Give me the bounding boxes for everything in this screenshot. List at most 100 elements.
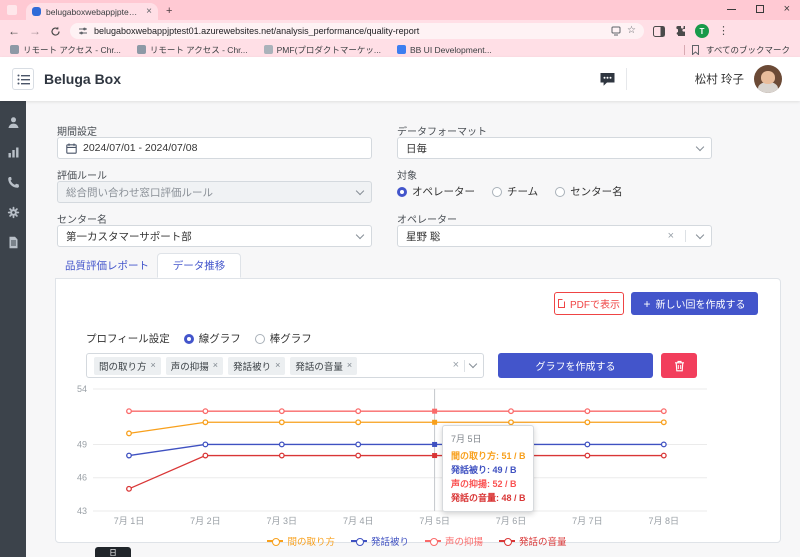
- extensions-icon[interactable]: [674, 25, 686, 37]
- chart-point[interactable]: [509, 409, 514, 414]
- chart-point[interactable]: [585, 420, 590, 425]
- radio-bar-graph[interactable]: [255, 334, 265, 344]
- tab-close-icon[interactable]: ×: [146, 7, 152, 17]
- new-tab-button[interactable]: +: [166, 6, 172, 17]
- remove-chip-icon[interactable]: ×: [275, 361, 280, 370]
- sidebar-phone-icon[interactable]: [7, 176, 20, 189]
- address-action-icon[interactable]: [611, 26, 621, 36]
- legend-item[interactable]: 発話被り: [351, 534, 409, 548]
- data-format-select[interactable]: 日毎: [397, 137, 712, 159]
- metric-chip[interactable]: 発話被り ×: [228, 357, 285, 375]
- pdf-button[interactable]: PDFで表示: [554, 292, 624, 315]
- remove-chip-icon[interactable]: ×: [213, 361, 218, 370]
- chart-point[interactable]: [127, 431, 132, 436]
- metrics-multiselect[interactable]: 間の取り方 × 声の抑揚 × 発話被り × 発話の音量 × ×: [86, 353, 484, 378]
- clear-icon[interactable]: ×: [668, 231, 674, 242]
- app-header: Beluga Box 松村 玲子: [0, 57, 800, 101]
- graph-type-bar-option[interactable]: 棒グラフ: [255, 331, 312, 346]
- all-bookmarks-label: すべてのブックマーク: [706, 44, 790, 56]
- rule-select[interactable]: 総合問い合わせ窓口評価ルール: [57, 181, 372, 203]
- chart-point[interactable]: [127, 453, 132, 458]
- chevron-down-icon[interactable]: [469, 360, 477, 368]
- metric-chip[interactable]: 発話の音量 ×: [290, 357, 357, 375]
- metric-chip[interactable]: 間の取り方 ×: [94, 357, 161, 375]
- address-bar[interactable]: belugaboxwebappjptest01.azurewebsites.ne…: [70, 23, 644, 39]
- chart-point[interactable]: [203, 420, 208, 425]
- all-bookmarks[interactable]: すべてのブックマーク: [684, 44, 790, 56]
- center-select[interactable]: 第一カスタマーサポート部: [57, 225, 372, 247]
- remove-chip-icon[interactable]: ×: [347, 361, 352, 370]
- close-icon[interactable]: ×: [784, 4, 790, 15]
- minimize-icon[interactable]: [727, 9, 736, 10]
- user-avatar[interactable]: [754, 65, 782, 93]
- forward-icon[interactable]: →: [29, 25, 41, 37]
- graph-type-line-option[interactable]: 線グラフ: [184, 331, 241, 346]
- sidebar-user-icon[interactable]: [7, 116, 20, 129]
- create-new-button[interactable]: + 新しい回を作成する: [631, 292, 758, 315]
- tab-data-trend[interactable]: データ推移: [157, 253, 241, 278]
- maximize-icon[interactable]: [756, 5, 764, 13]
- chart-point[interactable]: [280, 442, 285, 447]
- chart-point[interactable]: [585, 442, 590, 447]
- chart-point[interactable]: [356, 453, 361, 458]
- chart-point[interactable]: [585, 409, 590, 414]
- legend-item[interactable]: 声の抑揚: [425, 534, 483, 548]
- radio-operator[interactable]: [397, 187, 407, 197]
- chart-point-active[interactable]: [432, 442, 437, 447]
- chart-point[interactable]: [280, 453, 285, 458]
- chart-point[interactable]: [356, 442, 361, 447]
- browser-tab[interactable]: belugaboxwebappjptest01.azu ×: [26, 3, 158, 20]
- create-graph-button[interactable]: グラフを作成する: [498, 353, 653, 378]
- chart-point[interactable]: [509, 420, 514, 425]
- radio-center[interactable]: [555, 187, 565, 197]
- chart-point[interactable]: [127, 409, 132, 414]
- legend-item[interactable]: 間の取り方: [267, 534, 335, 548]
- radio-line-graph[interactable]: [184, 334, 194, 344]
- radio-team[interactable]: [492, 187, 502, 197]
- bookmark-item[interactable]: リモート アクセス - Chr...: [137, 44, 248, 56]
- chart-point[interactable]: [280, 420, 285, 425]
- chart-point[interactable]: [356, 420, 361, 425]
- chart-point-active[interactable]: [432, 453, 437, 458]
- side-panel-icon[interactable]: [653, 26, 665, 37]
- site-settings-icon[interactable]: [78, 26, 88, 36]
- url-text[interactable]: belugaboxwebappjptest01.azurewebsites.ne…: [94, 26, 605, 36]
- clear-all-icon[interactable]: ×: [453, 360, 459, 371]
- chevron-down-icon[interactable]: [696, 230, 704, 238]
- chart-point[interactable]: [662, 420, 667, 425]
- chat-icon[interactable]: [599, 72, 616, 87]
- period-input[interactable]: 2024/07/01 - 2024/07/08: [57, 137, 372, 159]
- chart-point[interactable]: [662, 409, 667, 414]
- reload-icon[interactable]: [50, 26, 61, 37]
- x-tick-label: 7月 2日: [190, 516, 221, 526]
- operator-select[interactable]: 星野 聡 ×: [397, 225, 712, 247]
- chart-point-active[interactable]: [432, 420, 437, 425]
- tab-quality-report[interactable]: 品質評価レポート: [57, 253, 157, 278]
- chart-point[interactable]: [662, 442, 667, 447]
- delete-button[interactable]: [661, 353, 697, 378]
- trend-chart-svg[interactable]: 434649547月 1日7月 2日7月 3日7月 4日7月 5日7月 6日7月…: [67, 383, 767, 529]
- chart-point[interactable]: [585, 453, 590, 458]
- metric-chip[interactable]: 声の抑揚 ×: [166, 357, 223, 375]
- browser-menu-icon[interactable]: ⋮: [718, 26, 729, 37]
- chart-point-active[interactable]: [432, 409, 437, 414]
- bookmark-star-icon[interactable]: ☆: [627, 26, 636, 36]
- chart-point[interactable]: [203, 442, 208, 447]
- chart-point[interactable]: [203, 453, 208, 458]
- profile-avatar[interactable]: T: [695, 24, 709, 38]
- bookmark-item[interactable]: BB UI Development...: [397, 45, 492, 55]
- sidebar-toggle-button[interactable]: [12, 68, 34, 90]
- chart-point[interactable]: [280, 409, 285, 414]
- remove-chip-icon[interactable]: ×: [151, 361, 156, 370]
- bookmark-item[interactable]: PMF(プロダクトマーケッ...: [264, 44, 381, 56]
- sidebar-settings-icon[interactable]: [7, 206, 20, 219]
- chart-point[interactable]: [127, 487, 132, 492]
- legend-item[interactable]: 発話の音量: [499, 534, 567, 548]
- sidebar-document-icon[interactable]: [7, 236, 20, 249]
- sidebar-chart-icon[interactable]: [7, 146, 20, 159]
- chart-point[interactable]: [356, 409, 361, 414]
- chart-point[interactable]: [203, 409, 208, 414]
- chart-point[interactable]: [662, 453, 667, 458]
- bookmark-item[interactable]: リモート アクセス - Chr...: [10, 44, 121, 56]
- back-icon[interactable]: ←: [8, 25, 20, 37]
